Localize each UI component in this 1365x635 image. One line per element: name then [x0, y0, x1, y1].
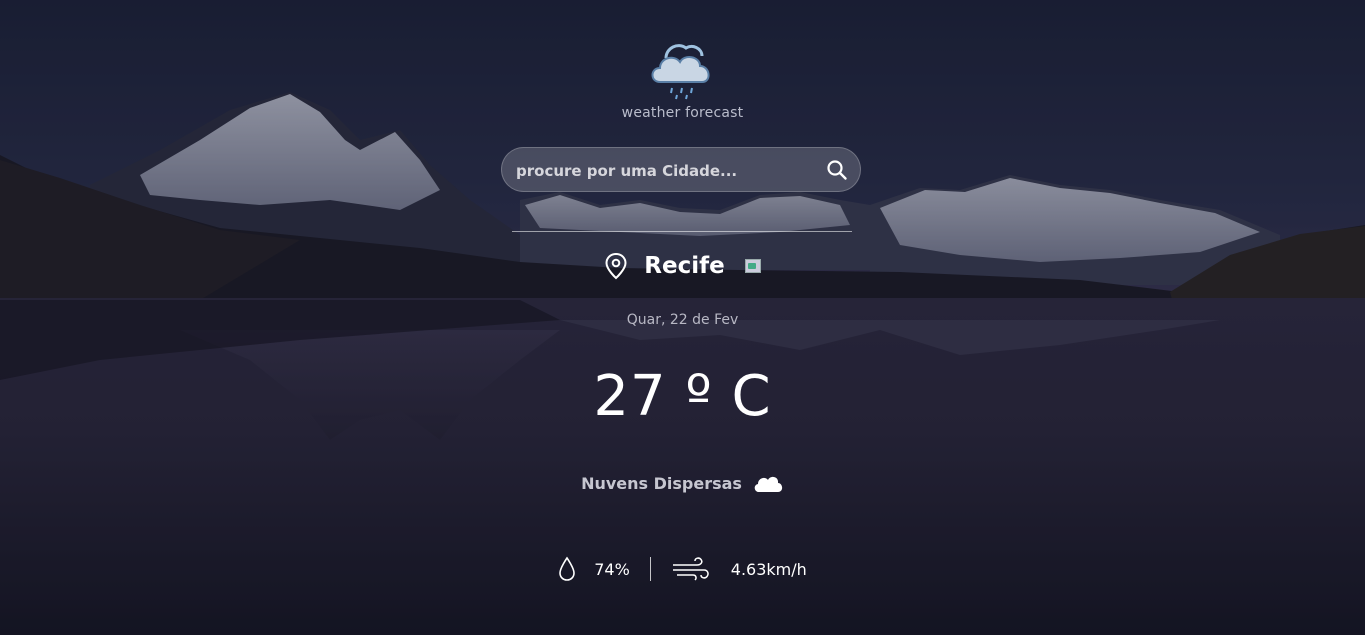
weather-description: Nuvens Dispersas: [581, 473, 742, 493]
humidity-value: 74%: [594, 559, 630, 579]
cloud-rain-icon: [651, 44, 710, 100]
city-name: Recife: [644, 253, 725, 279]
search-button[interactable]: [824, 157, 850, 183]
wind-speed-value: 4.63km/h: [730, 559, 807, 579]
search-bar: [501, 147, 861, 193]
water-drop-icon: [559, 556, 576, 581]
country-flag-icon: [744, 259, 761, 273]
wind-icon: [672, 557, 709, 581]
temperature: 27 º C: [593, 364, 772, 429]
current-date: Quar, 22 de Fev: [626, 312, 739, 328]
app-title: weather forecast: [621, 105, 744, 121]
weather-app: weather forecast Recife Quar, 22 de Fev …: [0, 0, 1365, 635]
search-input[interactable]: [514, 148, 818, 193]
search-icon: [827, 160, 847, 180]
divider: [512, 231, 852, 232]
location-row: Recife: [0, 252, 1365, 280]
stats-row: 74% 4.63km/h: [0, 556, 1365, 582]
condition-row: Nuvens Dispersas: [0, 472, 1365, 494]
map-pin-icon: [605, 252, 627, 280]
stats-separator: [649, 557, 651, 581]
cloud-icon: [754, 476, 783, 492]
